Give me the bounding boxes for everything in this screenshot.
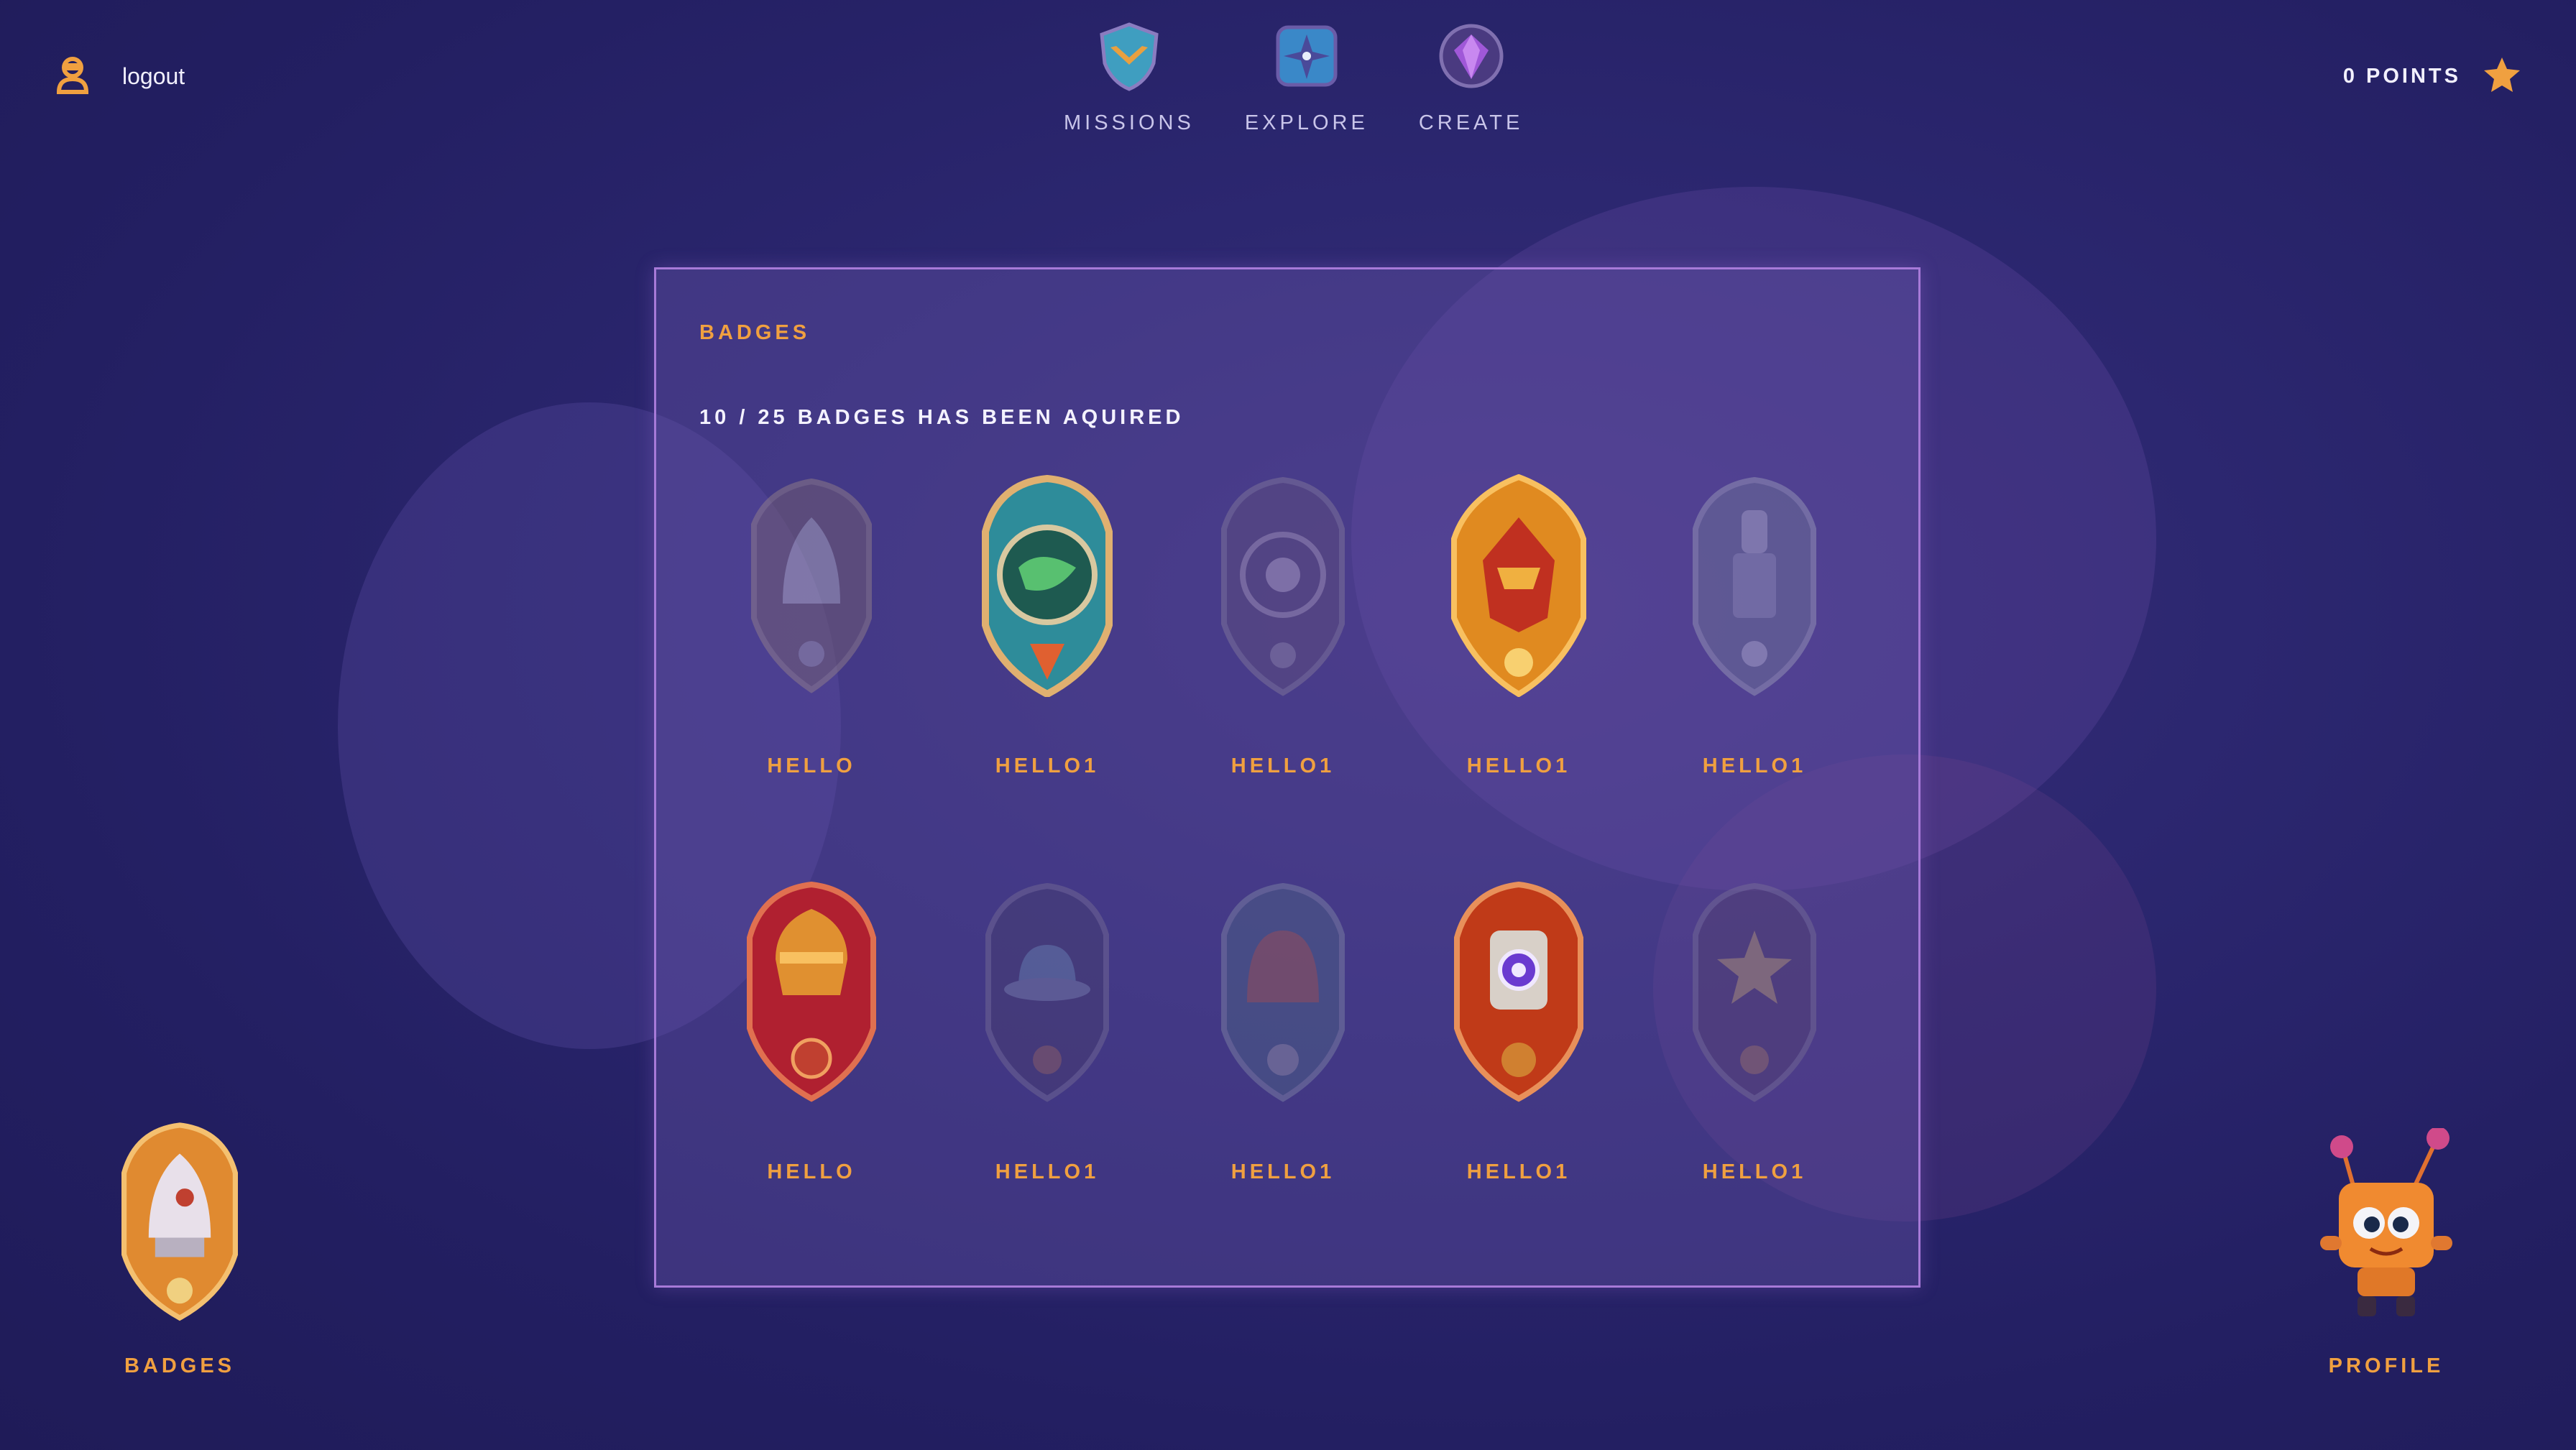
nav-explore[interactable]: EXPLORE [1245, 22, 1368, 135]
rocket-badge-icon [115, 1121, 244, 1326]
profile-shortcut-label: PROFILE [2328, 1354, 2444, 1377]
points-counter: 0 POINTS [2342, 65, 2461, 88]
user-icon[interactable] [55, 55, 91, 98]
gem-icon [1438, 22, 1504, 96]
badges-shortcut[interactable]: BADGES [115, 1121, 244, 1378]
badge-item[interactable]: HELLO1 [1165, 474, 1401, 812]
badge-item[interactable]: HELLO [694, 880, 929, 1218]
badge-item[interactable]: HELLO1 [1165, 880, 1401, 1218]
badge-label: HELLO1 [1466, 754, 1571, 777]
badge-label: HELLO1 [995, 1160, 1100, 1183]
helmet-badge-icon [740, 880, 883, 1103]
profile-shortcut[interactable]: PROFILE [2307, 1127, 2465, 1378]
badge-item[interactable]: HELLO1 [1637, 880, 1872, 1218]
badge-label: HELLO1 [995, 754, 1100, 777]
badge-label: HELLO1 [1230, 1160, 1335, 1183]
planet-badge-icon [975, 474, 1119, 698]
badge-item[interactable]: HELLO [694, 474, 929, 812]
nav-explore-label: EXPLORE [1244, 111, 1368, 134]
main-nav: MISSIONS EXPLORE CREATE [1064, 22, 1523, 135]
badges-panel: BADGES 10 / 25 BADGES HAS BEEN AQUIRED H… [654, 267, 1920, 1288]
panel-title: BADGES [699, 321, 811, 344]
user-area: logout [55, 55, 185, 98]
shield-wings-icon [1096, 22, 1162, 96]
rocket-badge-icon [740, 474, 883, 697]
badge-item[interactable]: HELLO1 [929, 474, 1165, 812]
ufo-badge-icon [975, 880, 1119, 1103]
nav-missions[interactable]: MISSIONS [1064, 22, 1195, 135]
badge-label: HELLO1 [1230, 754, 1335, 777]
nav-create-label: CREATE [1418, 111, 1524, 134]
nav-create[interactable]: CREATE [1419, 22, 1523, 135]
star-icon [2483, 56, 2521, 97]
badge-item[interactable]: HELLO1 [1637, 474, 1872, 812]
badge-item[interactable]: HELLO1 [1401, 474, 1637, 812]
badge-label: HELLO1 [1466, 1160, 1571, 1183]
points-area: 0 POINTS [2343, 56, 2521, 97]
ship-badge-icon [1447, 474, 1591, 698]
compass-star-icon [1274, 22, 1340, 96]
logout-link[interactable]: logout [122, 63, 185, 90]
dome-badge-icon [1211, 880, 1355, 1103]
badges-summary: 10 / 25 BADGES HAS BEEN AQUIRED [699, 406, 1184, 429]
badge-item[interactable]: HELLO1 [1401, 880, 1637, 1218]
star-badge-icon [1683, 880, 1826, 1103]
badge-label: HELLO [767, 754, 856, 777]
nav-missions-label: MISSIONS [1064, 111, 1195, 134]
orbit-badge-icon [1211, 474, 1355, 697]
badge-label: HELLO1 [1702, 1160, 1807, 1183]
badge-item[interactable]: HELLO1 [929, 880, 1165, 1218]
robot-mascot-icon [2307, 1127, 2465, 1326]
badges-shortcut-label: BADGES [124, 1354, 236, 1377]
badge-label: HELLO1 [1702, 754, 1807, 777]
badge-label: HELLO [767, 1160, 856, 1183]
tower-badge-icon [1683, 474, 1826, 697]
robot-badge-icon [1447, 880, 1591, 1103]
